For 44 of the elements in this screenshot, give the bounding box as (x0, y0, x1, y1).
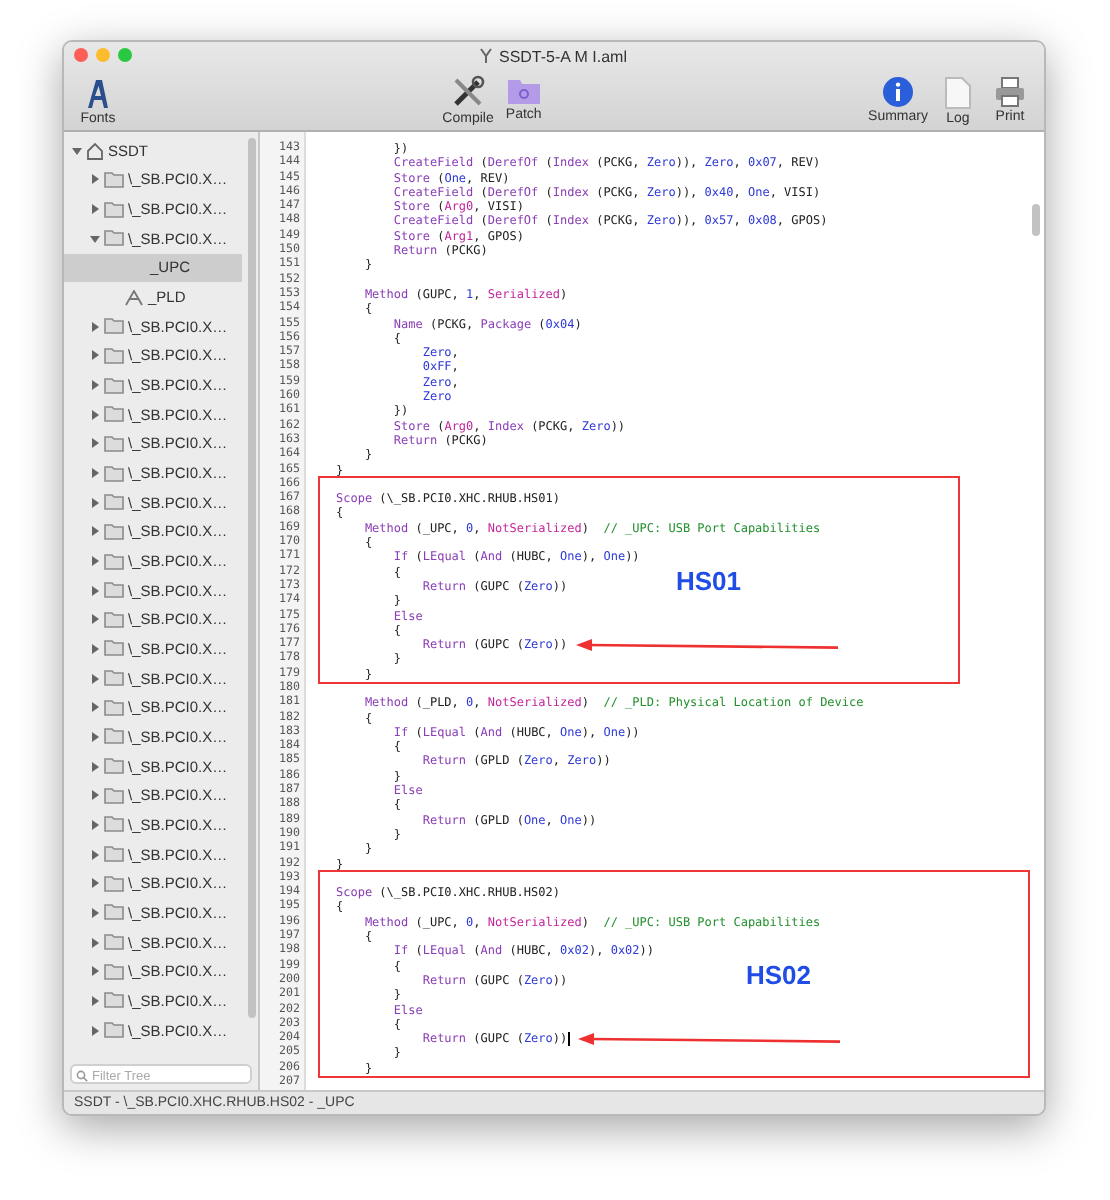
collapsed-triangle-icon[interactable] (90, 849, 100, 860)
collapsed-triangle-icon[interactable] (90, 497, 100, 508)
printer-icon (993, 76, 1026, 108)
collapsed-triangle-icon[interactable] (90, 614, 100, 625)
collapsed-triangle-icon[interactable] (90, 174, 100, 185)
collapsed-triangle-icon[interactable] (90, 585, 100, 596)
collapsed-triangle-icon[interactable] (90, 878, 100, 889)
collapsed-triangle-icon[interactable] (90, 468, 100, 479)
scrollbar-thumb[interactable] (1032, 204, 1040, 236)
annotation-label: HS02 (746, 959, 812, 990)
collapsed-triangle-icon[interactable] (90, 995, 100, 1006)
code-editor[interactable] (260, 132, 1044, 1090)
tools-icon (450, 74, 487, 110)
annotation-label: HS01 (676, 565, 742, 596)
info-icon (882, 76, 914, 108)
expanded-triangle-icon[interactable] (90, 233, 100, 244)
folder-icon (505, 74, 542, 106)
house-icon (86, 141, 104, 160)
collapsed-triangle-icon[interactable] (90, 937, 100, 948)
collapsed-triangle-icon[interactable] (90, 966, 100, 977)
expanded-triangle-icon[interactable] (72, 145, 82, 156)
collapsed-triangle-icon[interactable] (90, 350, 100, 361)
collapsed-triangle-icon[interactable] (90, 526, 100, 537)
method-icon (124, 289, 144, 306)
letter-a-icon (84, 78, 112, 110)
close-button[interactable] (74, 48, 88, 62)
document-icon (943, 76, 972, 110)
window-title: SSDT-5-A M I.aml (498, 47, 627, 65)
collapsed-triangle-icon[interactable] (90, 643, 100, 654)
collapsed-triangle-icon[interactable] (90, 673, 100, 684)
collapsed-triangle-icon[interactable] (90, 907, 100, 918)
collapsed-triangle-icon[interactable] (90, 790, 100, 801)
collapsed-triangle-icon[interactable] (90, 321, 100, 332)
collapsed-triangle-icon[interactable] (90, 819, 100, 830)
collapsed-triangle-icon[interactable] (90, 438, 100, 449)
collapsed-triangle-icon[interactable] (90, 556, 100, 567)
scrollbar-thumb[interactable] (248, 138, 256, 1018)
collapsed-triangle-icon[interactable] (90, 409, 100, 420)
collapsed-triangle-icon[interactable] (90, 204, 100, 215)
collapsed-triangle-icon[interactable] (90, 702, 100, 713)
collapsed-triangle-icon[interactable] (90, 761, 100, 772)
collapsed-triangle-icon[interactable] (90, 1025, 100, 1036)
collapsed-triangle-icon[interactable] (90, 731, 100, 742)
collapsed-triangle-icon[interactable] (90, 380, 100, 391)
